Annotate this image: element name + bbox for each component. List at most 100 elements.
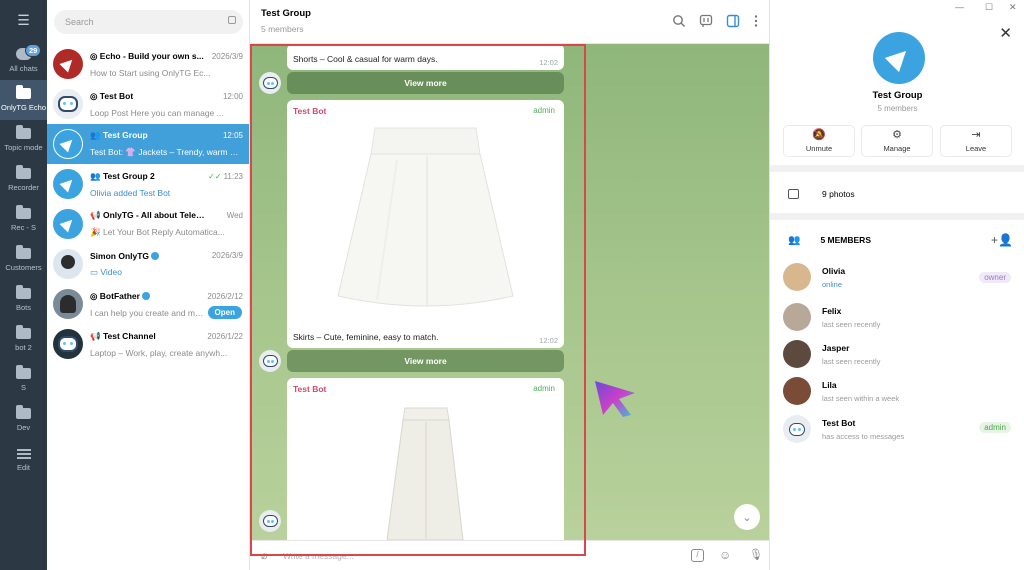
skirt-photo[interactable]	[287, 120, 564, 326]
long-skirt-photo[interactable]	[287, 404, 564, 540]
bot-commands-icon[interactable]	[699, 14, 713, 28]
robot-icon	[262, 515, 278, 527]
member-row[interactable]: Lila last seen within a week	[770, 373, 1024, 409]
emoji-icon[interactable]: ☺	[719, 548, 731, 562]
photos-row[interactable]: 9 photos	[770, 177, 1024, 211]
search-bar: Search	[47, 0, 249, 44]
folder-customers[interactable]: Customers	[0, 240, 47, 280]
folder-rec-s[interactable]: Rec - S	[0, 200, 47, 240]
close-icon[interactable]: ✕	[999, 24, 1012, 42]
open-button[interactable]: Open	[207, 306, 242, 319]
view-more-button[interactable]: View more	[287, 72, 564, 94]
folder-dev[interactable]: Dev	[0, 400, 47, 440]
chat-row-test-group[interactable]: 👥 Test Group 12:05 Test Bot: 👚 Jackets – …	[47, 124, 249, 164]
bot-avatar[interactable]	[259, 72, 281, 94]
chat-time: 2026/3/9	[211, 251, 243, 260]
scroll-down-button[interactable]: ⌄	[734, 504, 760, 530]
chat-title[interactable]: Test Group	[261, 8, 311, 19]
folder-label: Dev	[16, 423, 31, 432]
message-bubble[interactable]: Test Bot admin	[287, 378, 564, 540]
paper-plane-icon	[59, 175, 77, 193]
folder-label: Rec - S	[10, 223, 36, 232]
folder-recorder[interactable]: Recorder	[0, 160, 47, 200]
message-composer[interactable]: ⌀ Write a message... / ☺ 🎙	[251, 540, 769, 570]
message-bubble[interactable]: Test Bot admin Skirts – Cute, feminine, …	[287, 100, 564, 348]
chat-row-simon[interactable]: Simon OnlyTG 2026/3/9 ▭ Video	[47, 244, 249, 284]
members-header: 👥 5 MEMBERS +👤	[770, 228, 1024, 252]
chat-time: 12:00	[222, 91, 243, 101]
robot-icon	[58, 96, 78, 112]
chat-row-echo[interactable]: ◎ Echo - Build your own s... 2026/3/9 How…	[47, 44, 249, 84]
folder-label: OnlyTG Echo	[0, 103, 46, 112]
members-icon: 👥	[788, 234, 801, 246]
view-more-button[interactable]: View more	[287, 350, 564, 372]
folder-bot-2[interactable]: bot 2	[0, 320, 47, 360]
chat-type-icon: 👥	[90, 130, 101, 140]
chat-area: Test Group 5 members Shorts – Cool & cas…	[251, 0, 769, 570]
member-status: last seen within a week	[822, 393, 900, 403]
chat-row-botfather[interactable]: ◎ BotFather 2026/2/12 I can help you crea…	[47, 284, 249, 324]
leave-button[interactable]: ⇥ Leave	[940, 125, 1012, 157]
bot-command-icon[interactable]: /	[691, 549, 704, 562]
bot-avatar[interactable]	[259, 350, 281, 372]
member-row[interactable]: Jasper last seen recently	[770, 336, 1024, 372]
window-close-button[interactable]: ✕	[1009, 2, 1017, 13]
chat-row-onlytg-channel[interactable]: 📢 OnlyTG - All about Telegram Wed 🎉 Let Y…	[47, 204, 249, 244]
avatar	[53, 209, 83, 239]
bot-avatar[interactable]	[259, 510, 281, 532]
telegram-window: ☰ 29 All chats OnlyTG Echo Topic mode Re…	[0, 0, 1024, 570]
divider	[770, 213, 1024, 220]
maximize-button[interactable]: ☐	[985, 2, 993, 13]
image-icon	[788, 189, 799, 199]
role-badge: admin	[979, 422, 1011, 433]
more-vertical-icon[interactable]	[749, 14, 763, 28]
minimize-button[interactable]: —	[955, 2, 964, 12]
unmute-button[interactable]: 🔕 Unmute	[783, 125, 855, 157]
folder-onlytg-echo[interactable]: OnlyTG Echo	[0, 80, 47, 120]
folder-edit[interactable]: Edit	[0, 440, 47, 480]
chat-preview: Test Bot: 👚 Jackets – Trendy, warm &...	[90, 147, 243, 157]
microphone-icon[interactable]: 🎙	[749, 548, 763, 561]
folder-s[interactable]: S	[0, 360, 47, 400]
attach-icon[interactable]: ⌀	[261, 549, 268, 562]
chat-row-test-bot[interactable]: ◎ Test Bot 12:00 Loop Post Here you can m…	[47, 84, 249, 124]
sidebar-toggle-icon[interactable]	[726, 14, 740, 28]
folder-topic-mode[interactable]: Topic mode	[0, 120, 47, 160]
chat-name: OnlyTG - All about Telegram	[102, 210, 208, 220]
member-row[interactable]: Olivia online owner	[770, 259, 1024, 295]
folder-icon	[16, 365, 31, 379]
chat-name: Test Bot	[99, 90, 134, 101]
member-row[interactable]: Felix last seen recently	[770, 299, 1024, 335]
unmute-label: Unmute	[805, 144, 833, 153]
message-sender[interactable]: Test Bot	[293, 384, 326, 394]
message-sender[interactable]: Test Bot	[293, 106, 326, 116]
telegram-badge-icon	[151, 252, 160, 261]
folder-all-chats[interactable]: 29 All chats	[0, 40, 47, 80]
manage-button[interactable]: ⚙ Manage	[861, 125, 933, 157]
search-icon[interactable]	[672, 14, 686, 28]
chat-type-icon: 📢	[90, 330, 101, 341]
lock-icon[interactable]	[228, 16, 236, 24]
chat-row-test-channel[interactable]: 📢 Test Channel 2026/1/22 Laptop – Work, p…	[47, 324, 249, 364]
photos-label: 9 photos	[822, 189, 855, 199]
avatar	[53, 129, 83, 159]
add-member-icon[interactable]: +👤	[991, 233, 1013, 247]
menu-icon[interactable]: ☰	[0, 0, 47, 40]
avatar	[783, 263, 811, 291]
search-input[interactable]: Search	[54, 10, 243, 34]
folder-bots[interactable]: Bots	[0, 280, 47, 320]
chat-header[interactable]: Test Group 5 members	[251, 0, 769, 44]
chat-preview: Laptop – Work, play, create anywh...	[90, 347, 228, 358]
leave-icon: ⇥	[971, 129, 981, 141]
group-avatar[interactable]	[873, 32, 925, 84]
message-area[interactable]: Shorts – Cool & casual for warm days. 12…	[251, 44, 769, 540]
folder-label: bot 2	[15, 343, 32, 352]
folder-label: Topic mode	[4, 143, 43, 152]
folder-icon	[16, 325, 31, 339]
folder-icon	[16, 205, 31, 219]
chat-row-test-group-2[interactable]: 👥 Test Group 2 ✓✓ 11:23 Olivia added Test …	[47, 164, 249, 204]
folder-icon	[16, 285, 31, 299]
message-bubble[interactable]: Shorts – Cool & casual for warm days. 12…	[287, 44, 564, 70]
verified-icon	[141, 292, 150, 301]
member-row[interactable]: Test Bot has access to messages admin	[770, 411, 1024, 447]
